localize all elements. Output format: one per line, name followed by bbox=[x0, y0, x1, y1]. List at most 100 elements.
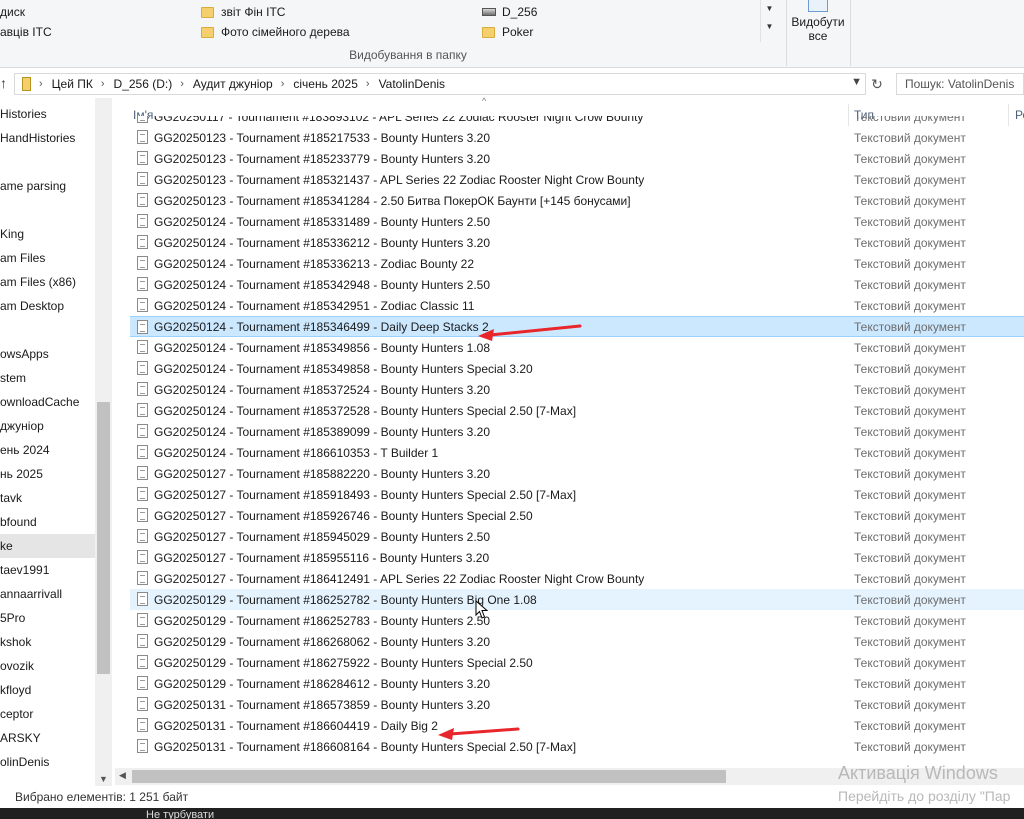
nav-item[interactable]: King bbox=[0, 222, 95, 246]
breadcrumb[interactable]: › D_256 (D:) bbox=[101, 77, 172, 91]
file-row[interactable]: GG20250127 - Tournament #185945029 - Bou… bbox=[130, 526, 1024, 547]
file-name[interactable]: GG20250127 - Tournament #185945029 - Bou… bbox=[154, 530, 490, 544]
file-name[interactable]: GG20250127 - Tournament #186412491 - APL… bbox=[154, 572, 644, 586]
up-arrow-icon[interactable]: ↑ bbox=[0, 75, 10, 91]
file-row[interactable]: GG20250124 - Tournament #185346499 - Dai… bbox=[130, 316, 1024, 337]
nav-item[interactable]: annaarrivall bbox=[0, 582, 95, 606]
search-input[interactable]: Пошук: VatolinDenis bbox=[896, 73, 1024, 95]
file-name[interactable]: GG20250124 - Tournament #185342948 - Bou… bbox=[154, 278, 490, 292]
chevron-down-icon[interactable]: ▼ bbox=[761, 0, 778, 18]
chevron-right-icon[interactable]: › bbox=[101, 78, 105, 90]
nav-item[interactable]: am Files bbox=[0, 246, 95, 270]
file-name[interactable]: GG20250131 - Tournament #186608164 - Bou… bbox=[154, 740, 576, 754]
nav-item[interactable]: HandHistories bbox=[0, 126, 95, 150]
nav-item[interactable]: джуніор bbox=[0, 414, 95, 438]
nav-item[interactable]: ень 2024 bbox=[0, 438, 95, 462]
file-name[interactable]: GG20250124 - Tournament #185336213 - Zod… bbox=[154, 257, 474, 271]
nav-item[interactable]: kshok bbox=[0, 630, 95, 654]
file-name[interactable]: GG20250131 - Tournament #186604419 - Dai… bbox=[154, 719, 438, 733]
file-row[interactable]: GG20250124 - Tournament #185342951 - Zod… bbox=[130, 295, 1024, 316]
file-name[interactable]: GG20250127 - Tournament #185955116 - Bou… bbox=[154, 551, 489, 565]
nav-item[interactable]: olinDenis bbox=[0, 750, 95, 774]
scrollbar-thumb[interactable] bbox=[97, 402, 110, 674]
file-row[interactable]: GG20250117 - Tournament #183893102 - APL… bbox=[130, 116, 1024, 127]
ribbon-gallery-scroll[interactable]: ▼ ▼ bbox=[760, 0, 778, 42]
file-row[interactable]: GG20250129 - Tournament #186275922 - Bou… bbox=[130, 652, 1024, 673]
expand-gallery-icon[interactable]: ▼ bbox=[761, 18, 778, 36]
file-row[interactable]: GG20250124 - Tournament #185349856 - Bou… bbox=[130, 337, 1024, 358]
file-row[interactable]: GG20250129 - Tournament #186252782 - Bou… bbox=[130, 589, 1024, 610]
file-name[interactable]: GG20250129 - Tournament #186252783 - Bou… bbox=[154, 614, 490, 628]
nav-item[interactable]: ke bbox=[0, 534, 95, 558]
file-name[interactable]: GG20250127 - Tournament #185926746 - Bou… bbox=[154, 509, 533, 523]
file-row[interactable]: GG20250131 - Tournament #186608164 - Bou… bbox=[130, 736, 1024, 757]
chevron-down-icon[interactable]: ▼ bbox=[851, 76, 862, 88]
file-row[interactable]: GG20250124 - Tournament #185342948 - Bou… bbox=[130, 274, 1024, 295]
nav-item[interactable]: 5Pro bbox=[0, 606, 95, 630]
file-name[interactable]: GG20250129 - Tournament #186284612 - Bou… bbox=[154, 677, 490, 691]
refresh-icon[interactable]: ↻ bbox=[868, 76, 886, 94]
ribbon-item-disk[interactable]: диск bbox=[0, 3, 25, 21]
file-name[interactable]: GG20250124 - Tournament #186610353 - T B… bbox=[154, 446, 438, 460]
file-row[interactable]: GG20250124 - Tournament #185331489 - Bou… bbox=[130, 211, 1024, 232]
file-row[interactable]: GG20250129 - Tournament #186268062 - Bou… bbox=[130, 631, 1024, 652]
nav-item[interactable]: ownloadCache bbox=[0, 390, 95, 414]
file-row[interactable]: GG20250123 - Tournament #185217533 - Bou… bbox=[130, 127, 1024, 148]
nav-item[interactable]: stem bbox=[0, 366, 95, 390]
file-row[interactable]: GG20250127 - Tournament #185955116 - Bou… bbox=[130, 547, 1024, 568]
file-name[interactable]: GG20250124 - Tournament #185346499 - Dai… bbox=[154, 320, 489, 334]
chevron-right-icon[interactable]: › bbox=[180, 78, 184, 90]
file-name[interactable]: GG20250124 - Tournament #185372524 - Bou… bbox=[154, 383, 490, 397]
file-name[interactable]: GG20250123 - Tournament #185217533 - Bou… bbox=[154, 131, 490, 145]
ribbon-item-drive[interactable]: D_256 bbox=[482, 3, 537, 21]
file-name[interactable]: GG20250124 - Tournament #185389099 - Bou… bbox=[154, 425, 490, 439]
file-name[interactable]: GG20250124 - Tournament #185336212 - Bou… bbox=[154, 236, 490, 250]
file-row[interactable]: GG20250124 - Tournament #185372528 - Bou… bbox=[130, 400, 1024, 421]
file-name[interactable]: GG20250123 - Tournament #185233779 - Bou… bbox=[154, 152, 490, 166]
file-name[interactable]: GG20250127 - Tournament #185918493 - Bou… bbox=[154, 488, 576, 502]
scroll-left-icon[interactable]: ◀ bbox=[119, 770, 126, 781]
ribbon-item-folder[interactable]: авців ІТС bbox=[0, 23, 52, 41]
file-row[interactable]: GG20250124 - Tournament #185336213 - Zod… bbox=[130, 253, 1024, 274]
horizontal-scrollbar[interactable]: ◀ bbox=[115, 768, 1024, 785]
breadcrumb[interactable]: › Цей ПК bbox=[39, 77, 93, 91]
file-row[interactable]: GG20250131 - Tournament #186604419 - Dai… bbox=[130, 715, 1024, 736]
nav-item[interactable] bbox=[0, 318, 95, 342]
file-name[interactable]: GG20250124 - Tournament #185349856 - Bou… bbox=[154, 341, 490, 355]
nav-item[interactable]: ame parsing bbox=[0, 174, 95, 198]
taskbar-label[interactable]: Не турбувати bbox=[146, 810, 214, 819]
file-name[interactable]: GG20250131 - Tournament #186573859 - Bou… bbox=[154, 698, 490, 712]
breadcrumb[interactable]: › Аудит джуніор bbox=[180, 77, 272, 91]
file-row[interactable]: GG20250127 - Tournament #185918493 - Bou… bbox=[130, 484, 1024, 505]
nav-item[interactable] bbox=[0, 150, 95, 174]
file-row[interactable]: GG20250124 - Tournament #185389099 - Bou… bbox=[130, 421, 1024, 442]
file-row[interactable]: GG20250123 - Tournament #185233779 - Bou… bbox=[130, 148, 1024, 169]
breadcrumb[interactable]: › січень 2025 bbox=[281, 77, 358, 91]
file-name[interactable]: GG20250117 - Tournament #183893102 - APL… bbox=[154, 116, 643, 124]
nav-item[interactable]: kfloyd bbox=[0, 678, 95, 702]
file-name[interactable]: GG20250123 - Tournament #185341284 - 2.5… bbox=[154, 194, 631, 208]
nav-item[interactable]: Histories bbox=[0, 102, 95, 126]
file-name[interactable]: GG20250124 - Tournament #185331489 - Bou… bbox=[154, 215, 490, 229]
file-row[interactable]: GG20250127 - Tournament #185882220 - Bou… bbox=[130, 463, 1024, 484]
ribbon-item-folder[interactable]: Фото сімейного дерева bbox=[201, 23, 350, 41]
file-row[interactable]: GG20250123 - Tournament #185341284 - 2.5… bbox=[130, 190, 1024, 211]
nav-item[interactable]: ARSKY bbox=[0, 726, 95, 750]
file-row[interactable]: GG20250124 - Tournament #186610353 - T B… bbox=[130, 442, 1024, 463]
address-bar[interactable]: › Цей ПК › D_256 (D:) › Аудит джуніор › січе… bbox=[14, 73, 866, 95]
file-name[interactable]: GG20250124 - Tournament #185349858 - Bou… bbox=[154, 362, 533, 376]
scrollbar-thumb[interactable] bbox=[132, 770, 726, 783]
nav-item[interactable]: taev1991 bbox=[0, 558, 95, 582]
file-row[interactable]: GG20250124 - Tournament #185336212 - Bou… bbox=[130, 232, 1024, 253]
file-row[interactable]: GG20250127 - Tournament #186412491 - APL… bbox=[130, 568, 1024, 589]
chevron-right-icon[interactable]: › bbox=[39, 78, 43, 90]
nav-item[interactable]: bfound bbox=[0, 510, 95, 534]
file-row[interactable]: GG20250129 - Tournament #186284612 - Bou… bbox=[130, 673, 1024, 694]
nav-scrollbar[interactable]: ▼ bbox=[95, 98, 112, 786]
file-row[interactable]: GG20250124 - Tournament #185349858 - Bou… bbox=[130, 358, 1024, 379]
file-name[interactable]: GG20250123 - Tournament #185321437 - APL… bbox=[154, 173, 644, 187]
file-row[interactable]: GG20250131 - Tournament #186573859 - Bou… bbox=[130, 694, 1024, 715]
nav-item[interactable]: ovozik bbox=[0, 654, 95, 678]
nav-item[interactable]: am Files (x86) bbox=[0, 270, 95, 294]
file-row[interactable]: GG20250129 - Tournament #186252783 - Bou… bbox=[130, 610, 1024, 631]
